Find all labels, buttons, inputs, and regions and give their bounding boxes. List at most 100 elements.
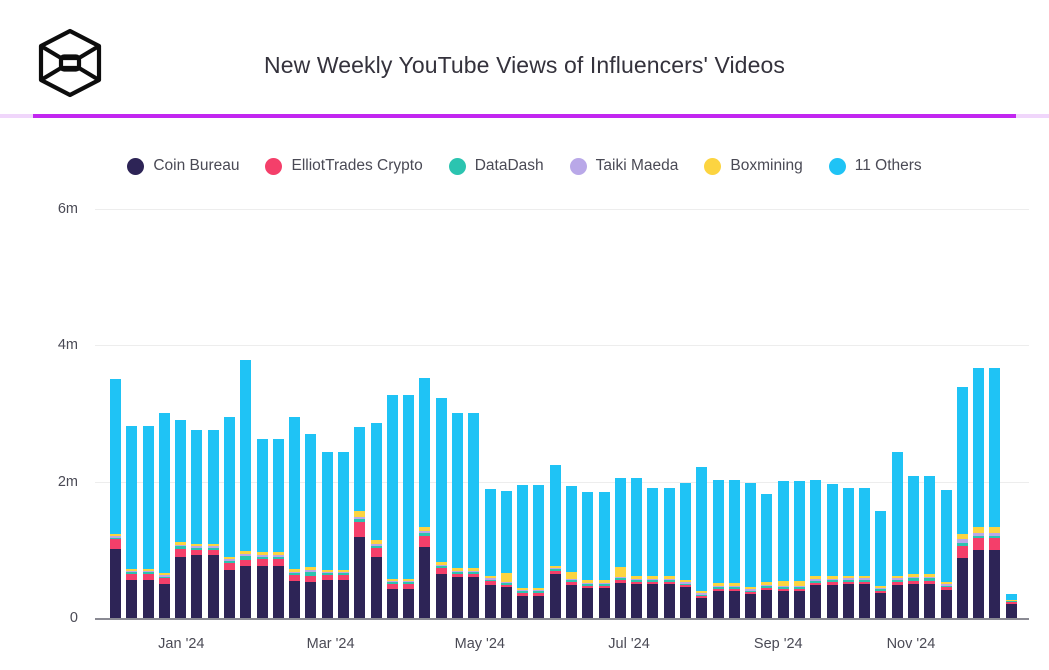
legend-item[interactable]: 11 Others — [828, 157, 922, 175]
bar-column[interactable] — [224, 416, 235, 618]
bar-column[interactable] — [370, 423, 382, 618]
bar-column[interactable] — [207, 430, 219, 618]
bar-column[interactable] — [728, 480, 740, 618]
bar-column[interactable] — [191, 430, 203, 618]
bar-segment — [859, 488, 871, 577]
bar-column[interactable] — [517, 485, 529, 618]
bar-column[interactable] — [826, 483, 838, 618]
legend-item[interactable]: Coin Bureau — [127, 157, 239, 175]
bar-column[interactable] — [875, 510, 887, 618]
bar-segment — [533, 485, 545, 588]
bar-column[interactable] — [940, 489, 952, 618]
bar-segment — [256, 559, 268, 567]
bar-column[interactable] — [810, 479, 822, 618]
bar-column[interactable] — [175, 420, 187, 618]
legend-swatch-icon — [828, 157, 846, 175]
legend-item[interactable]: ElliotTrades Crypto — [265, 157, 423, 175]
bar-column[interactable] — [354, 426, 366, 618]
bar-segment — [175, 557, 187, 618]
bar-column[interactable] — [712, 480, 724, 618]
bar-column[interactable] — [663, 487, 675, 618]
bar-column[interactable] — [419, 378, 431, 618]
bar-column[interactable] — [614, 477, 626, 618]
bar-segment — [272, 439, 284, 553]
bar-segment — [810, 479, 822, 577]
bar-segment — [158, 413, 170, 574]
bar-column[interactable] — [891, 451, 903, 618]
bar-column[interactable] — [794, 480, 805, 618]
bar-segment — [224, 416, 235, 557]
bar-column[interactable] — [272, 439, 284, 618]
bar-column[interactable] — [338, 452, 349, 618]
bar-column[interactable] — [158, 413, 170, 618]
bar-column[interactable] — [631, 478, 643, 618]
bar-segment — [110, 539, 121, 550]
bar-column[interactable] — [321, 452, 333, 618]
bar-segment — [354, 536, 366, 618]
legend-item[interactable]: Boxmining — [704, 157, 803, 175]
bar-segment — [777, 480, 789, 581]
bar-segment — [256, 439, 268, 553]
legend-swatch-icon — [704, 157, 722, 175]
bar-column[interactable] — [761, 494, 773, 618]
bar-column[interactable] — [956, 387, 968, 618]
bar-column[interactable] — [256, 439, 268, 618]
bar-segment — [761, 590, 773, 618]
bar-segment — [908, 475, 919, 575]
bar-column[interactable] — [435, 397, 447, 618]
bar-segment — [207, 554, 219, 618]
bar-column[interactable] — [305, 433, 317, 618]
bar-column[interactable] — [549, 465, 561, 618]
bar-column[interactable] — [126, 426, 138, 618]
bar-column[interactable] — [468, 412, 480, 618]
bar-segment — [826, 483, 838, 577]
bar-column[interactable] — [452, 412, 463, 618]
bar-column[interactable] — [777, 480, 789, 618]
bar-column[interactable] — [142, 426, 154, 618]
bar-column[interactable] — [598, 491, 610, 618]
bar-segment — [240, 360, 252, 551]
legend-item[interactable]: Taiki Maeda — [569, 157, 678, 175]
bar-column[interactable] — [582, 491, 594, 618]
bar-column[interactable] — [973, 367, 985, 618]
bar-column[interactable] — [989, 367, 1001, 618]
bar-column[interactable] — [484, 488, 496, 618]
bar-column[interactable] — [859, 488, 871, 618]
bar-segment — [566, 486, 577, 572]
bar-segment — [908, 583, 919, 618]
bar-column[interactable] — [110, 379, 121, 618]
bar-segment — [680, 587, 691, 618]
bar-segment — [419, 536, 431, 548]
bar-segment — [126, 426, 138, 569]
header-divider-fill — [33, 114, 1016, 118]
bar-column[interactable] — [386, 395, 398, 618]
bar-segment — [745, 594, 757, 618]
bar-column[interactable] — [240, 360, 252, 618]
legend-swatch-icon — [127, 157, 145, 175]
legend-swatch-icon — [448, 157, 466, 175]
bar-column[interactable] — [1005, 594, 1017, 618]
legend-item[interactable]: DataDash — [448, 157, 544, 175]
bar-segment — [712, 590, 724, 618]
bar-column[interactable] — [566, 486, 577, 618]
bar-column[interactable] — [647, 487, 659, 618]
bar-column[interactable] — [403, 395, 415, 618]
bar-column[interactable] — [745, 483, 757, 618]
bar-segment — [566, 585, 577, 618]
bar-column[interactable] — [533, 485, 545, 618]
chart-plot-area: 0 2m 4m 6m Jan '24 Mar '24 May '24 Jul '24 Sep … — [0, 190, 1049, 670]
bar-segment — [973, 549, 985, 618]
x-axis-tick-label: Jul '24 — [608, 636, 650, 652]
bar-column[interactable] — [924, 475, 936, 618]
bar-column[interactable] — [908, 475, 919, 618]
bar-column[interactable] — [680, 483, 691, 618]
bar-segment — [1005, 604, 1017, 618]
bar-column[interactable] — [289, 416, 301, 618]
bar-column[interactable] — [842, 488, 854, 618]
bar-column[interactable] — [696, 466, 708, 618]
bar-segment — [859, 583, 871, 618]
chart-legend: Coin Bureau ElliotTrades Crypto DataDash Ta… — [0, 152, 1049, 180]
bar-column[interactable] — [500, 490, 512, 618]
bar-segment — [956, 558, 968, 618]
bar-segment — [126, 579, 138, 618]
